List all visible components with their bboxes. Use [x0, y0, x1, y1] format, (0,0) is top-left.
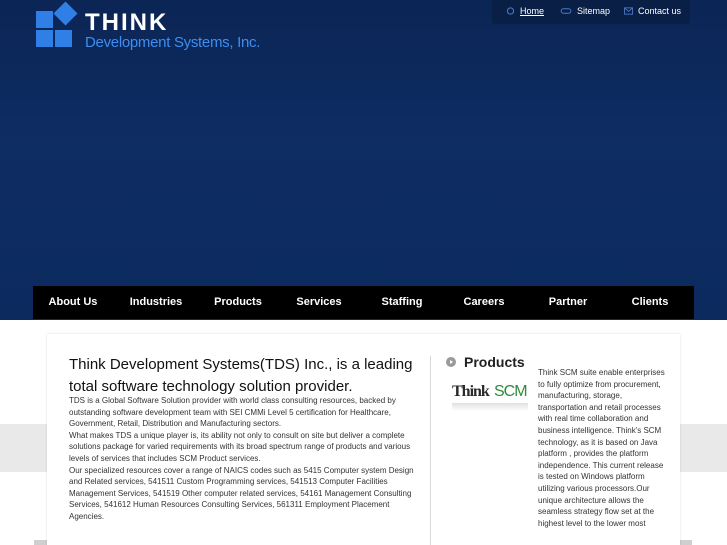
sitemap-link[interactable]: Sitemap — [560, 6, 610, 16]
nav-clients[interactable]: Clients — [609, 286, 691, 319]
intro-paragraph: TDS is a Global Software Solution provid… — [69, 396, 396, 429]
logo-mark-icon — [36, 1, 78, 47]
intro-text: TDS is a Global Software Solution provid… — [69, 395, 414, 523]
main-nav: About Us Industries Products Services St… — [33, 286, 694, 319]
contact-link[interactable]: Contact us — [624, 6, 681, 16]
main-headline: Think Development Systems(TDS) Inc., is … — [69, 356, 413, 395]
thinkscm-logo[interactable]: Think SCM — [452, 383, 528, 411]
content-panel: Think Development Systems(TDS) Inc., is … — [47, 334, 680, 545]
column-divider — [430, 356, 431, 545]
nav-careers[interactable]: Careers — [443, 286, 525, 319]
product-description: Think SCM suite enable enterprises to fu… — [538, 368, 665, 528]
sitemap-icon — [560, 8, 572, 14]
nav-staffing[interactable]: Staffing — [361, 286, 443, 319]
mail-icon — [624, 7, 633, 15]
header-banner: THINK Development Systems, Inc. Home Sit… — [0, 0, 727, 320]
logo-word-think: Think — [452, 383, 490, 400]
products-title: Products — [464, 354, 525, 370]
intro-paragraph: Our specialized resources cover a range … — [69, 465, 414, 521]
logo-word-scm: SCM — [494, 383, 528, 400]
arrow-circle-icon — [446, 357, 456, 367]
nav-industries[interactable]: Industries — [115, 286, 197, 319]
home-icon — [506, 7, 515, 15]
logo-title: THINK — [85, 9, 169, 36]
intro-paragraph: What makes TDS a unique player is, its a… — [69, 430, 411, 463]
top-links-bar: Home Sitemap Contact us — [492, 0, 690, 24]
logo-subtitle: Development Systems, Inc. — [85, 34, 261, 51]
nav-services[interactable]: Services — [278, 286, 360, 319]
nav-products[interactable]: Products — [197, 286, 279, 319]
company-logo[interactable]: THINK Development Systems, Inc. — [36, 1, 260, 53]
logo-reflection — [452, 403, 528, 411]
nav-about-us[interactable]: About Us — [33, 286, 113, 319]
home-link[interactable]: Home — [506, 6, 544, 16]
nav-partner[interactable]: Partner — [527, 286, 609, 319]
